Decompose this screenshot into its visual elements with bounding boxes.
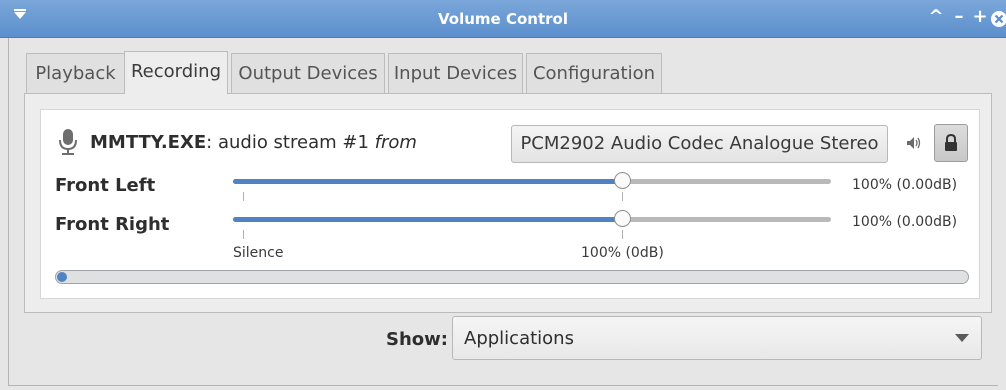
- microphone-icon: [59, 129, 77, 155]
- stream-description: audio stream #1: [212, 132, 375, 153]
- peak-level-bar: [57, 272, 67, 282]
- tab-output-devices[interactable]: Output Devices: [231, 53, 385, 93]
- volume-slider-front-right[interactable]: [233, 210, 831, 227]
- volume-value-front-left: 100% (0.00dB): [852, 177, 958, 193]
- stream-title: MMTTY.EXE: audio stream #1 from: [90, 132, 417, 153]
- volume-slider-front-left[interactable]: [233, 172, 831, 189]
- slider-tick: [622, 230, 623, 239]
- slider-handle[interactable]: [613, 172, 631, 189]
- show-filter-dropdown[interactable]: Applications: [452, 316, 982, 360]
- chevron-down-icon: [955, 334, 969, 342]
- scale-label-unity: 100% (0dB): [581, 245, 664, 261]
- lock-icon: [945, 134, 957, 151]
- lock-channels-button[interactable]: [934, 124, 968, 162]
- slider-tick: [243, 230, 244, 239]
- minimize-icon[interactable]: –: [949, 6, 969, 28]
- window-bottom-border: [8, 385, 998, 386]
- volume-value-front-right: 100% (0.00dB): [852, 214, 958, 230]
- peak-level-meter: [55, 270, 969, 284]
- slider-handle[interactable]: [613, 210, 631, 227]
- window-title: Volume Control: [438, 10, 568, 28]
- tab-playback[interactable]: Playback: [26, 53, 125, 93]
- mute-speaker-icon[interactable]: [905, 134, 923, 152]
- show-filter-value: Applications: [464, 328, 574, 349]
- show-label: Show:: [386, 329, 448, 350]
- tab-configuration[interactable]: Configuration: [526, 53, 662, 93]
- stream-app-name: MMTTY.EXE: [90, 132, 207, 153]
- slider-tick: [622, 192, 623, 201]
- scale-label-silence: Silence: [233, 245, 284, 261]
- channel-label-front-right: Front Right: [55, 214, 170, 235]
- title-bar: Volume Control ^ – +: [0, 0, 1006, 38]
- close-icon[interactable]: [989, 8, 1006, 30]
- tab-input-devices[interactable]: Input Devices: [388, 53, 523, 93]
- shade-icon[interactable]: ^: [926, 6, 946, 28]
- maximize-icon[interactable]: +: [970, 6, 990, 28]
- channel-label-front-left: Front Left: [55, 175, 156, 196]
- tab-recording[interactable]: Recording: [124, 51, 228, 94]
- device-select-button[interactable]: PCM2902 Audio Codec Analogue Stereo: [511, 125, 888, 163]
- stream-from: from: [374, 132, 417, 153]
- slider-fill: [233, 179, 622, 184]
- slider-fill: [233, 217, 622, 222]
- slider-tick: [243, 192, 244, 201]
